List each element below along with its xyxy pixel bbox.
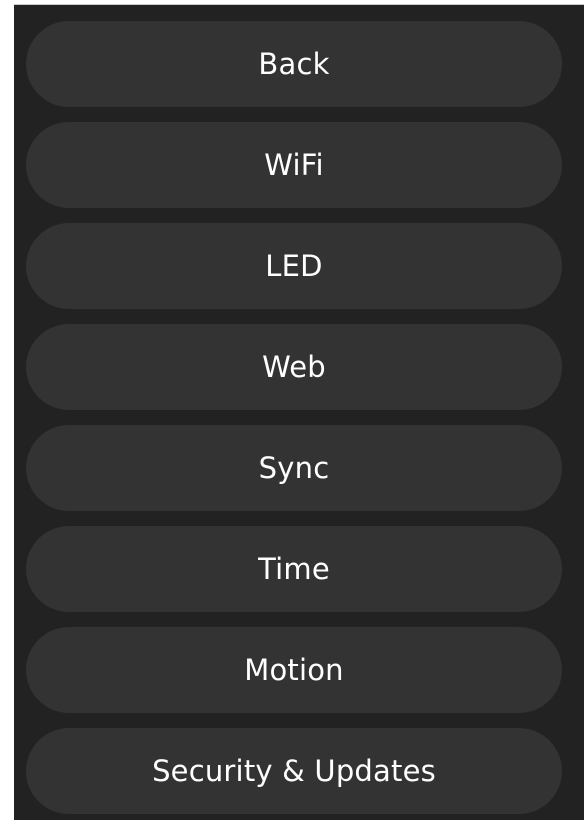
motion-button[interactable]: Motion xyxy=(26,627,562,713)
wifi-button[interactable]: WiFi xyxy=(26,122,562,208)
settings-panel: Back WiFi LED Web Sync Time Motion Secur… xyxy=(14,4,584,820)
web-button[interactable]: Web xyxy=(26,324,562,410)
back-button[interactable]: Back xyxy=(26,21,562,107)
settings-menu: Back WiFi LED Web Sync Time Motion Secur… xyxy=(26,21,562,829)
time-button[interactable]: Time xyxy=(26,526,562,612)
sync-button[interactable]: Sync xyxy=(26,425,562,511)
led-button[interactable]: LED xyxy=(26,223,562,309)
security-updates-button[interactable]: Security & Updates xyxy=(26,728,562,814)
